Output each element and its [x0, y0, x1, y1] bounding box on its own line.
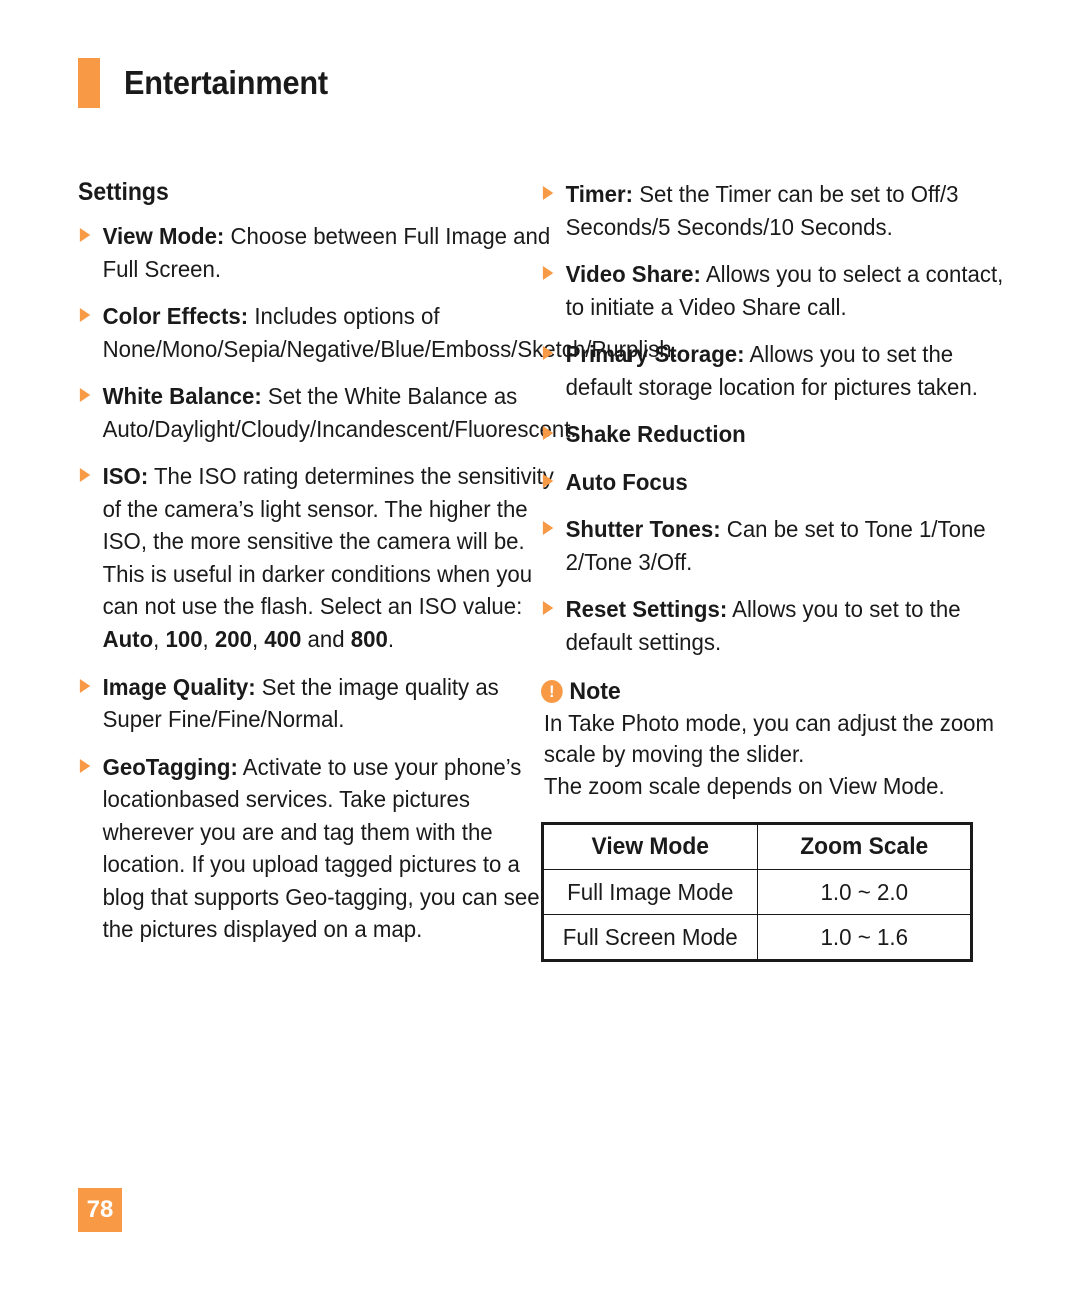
exclamation-circle-icon: !: [541, 680, 563, 704]
table-row: Full Screen Mode 1.0 ~ 1.6: [542, 914, 972, 962]
list-item: Timer: Set the Timer can be set to Off/3…: [541, 178, 1019, 243]
list-item-label: ISO:: [102, 463, 149, 490]
triangle-bullet-icon: [542, 266, 554, 281]
list-item-label: Reset Settings:: [565, 596, 728, 623]
iso-separator: ,: [202, 626, 215, 653]
page-title: Entertainment: [124, 64, 328, 101]
header-accent-bar: [78, 58, 100, 108]
iso-separator: ,: [153, 626, 166, 653]
list-item-label: Auto Focus: [565, 468, 688, 495]
list-item: Shutter Tones: Can be set to Tone 1/Tone…: [541, 513, 1019, 578]
list-item: White Balance: Set the White Balance as …: [78, 380, 577, 445]
table-cell: Full Screen Mode: [542, 914, 758, 962]
right-column: Timer: Set the Timer can be set to Off/3…: [541, 178, 1003, 963]
iso-value: 400: [264, 626, 302, 653]
note-body: In Take Photo mode, you can adjust the z…: [544, 708, 995, 803]
triangle-bullet-icon: [79, 758, 91, 773]
list-item-label: Video Share:: [565, 261, 701, 288]
note-header: ! Note: [541, 678, 995, 706]
list-item: ISO: The ISO rating determines the sensi…: [78, 460, 556, 655]
triangle-bullet-icon: [79, 308, 91, 323]
exclamation-glyph: !: [549, 681, 555, 701]
left-column: Settings View Mode: Choose between Full …: [78, 178, 678, 946]
list-item: Shake Reduction: [541, 418, 1019, 451]
iso-value: 200: [214, 626, 252, 653]
triangle-bullet-icon: [542, 473, 554, 488]
list-item-text: The ISO rating determines the sensitivit…: [102, 463, 554, 620]
list-item: Video Share: Allows you to select a cont…: [541, 258, 1019, 323]
list-item: Color Effects: Includes options of None/…: [78, 300, 678, 365]
section-heading-settings: Settings: [78, 178, 169, 206]
list-item-label: GeoTagging:: [102, 753, 238, 780]
list-item-label: Primary Storage:: [565, 341, 745, 368]
list-item-label: View Mode:: [102, 223, 225, 249]
table-cell: Full Image Mode: [542, 869, 758, 916]
table-header-cell: Zoom Scale: [756, 823, 972, 871]
iso-value: Auto: [102, 626, 154, 653]
list-item-label: Shutter Tones:: [565, 516, 721, 543]
list-item-label: Image Quality:: [102, 673, 256, 700]
triangle-bullet-icon: [542, 601, 554, 616]
list-item: GeoTagging: Activate to use your phone’s…: [78, 751, 556, 946]
list-item-text-end: .: [387, 626, 394, 653]
list-item: View Mode: Choose between Full Image and…: [78, 220, 556, 285]
table-row: Full Image Mode 1.0 ~ 2.0: [542, 869, 972, 916]
page-header: Entertainment: [78, 58, 343, 108]
note-callout: ! Note In Take Photo mode, you can adjus…: [541, 678, 995, 803]
list-item-label: Shake Reduction: [565, 421, 746, 448]
triangle-bullet-icon: [542, 426, 554, 441]
list-item: Auto Focus: [541, 466, 1019, 499]
triangle-bullet-icon: [79, 388, 91, 403]
note-line: In Take Photo mode, you can adjust the z…: [543, 709, 995, 768]
iso-separator: ,: [251, 626, 265, 653]
triangle-bullet-icon: [542, 186, 554, 200]
manual-page: Entertainment Settings View Mode: Choose…: [0, 0, 1080, 1295]
list-item-label: White Balance:: [102, 383, 262, 410]
table-cell: 1.0 ~ 2.0: [756, 869, 972, 916]
list-item-text: Activate to use your phone’s locationbas…: [102, 753, 540, 943]
table-header-row: View Mode Zoom Scale: [542, 823, 972, 871]
triangle-bullet-icon: [542, 346, 554, 361]
list-item-label: Color Effects:: [102, 303, 249, 330]
triangle-bullet-icon: [79, 228, 91, 242]
zoom-scale-table: View Mode Zoom Scale Full Image Mode 1.0…: [541, 822, 973, 963]
table-header-cell: View Mode: [542, 823, 758, 871]
triangle-bullet-icon: [79, 468, 91, 483]
note-title: Note: [569, 677, 621, 705]
list-item: Reset Settings: Allows you to set to the…: [541, 593, 1019, 658]
triangle-bullet-icon: [79, 678, 91, 693]
triangle-bullet-icon: [542, 521, 554, 536]
iso-value: 800: [350, 626, 388, 653]
list-item-label: Timer:: [565, 181, 634, 207]
iso-separator: and: [301, 626, 351, 653]
page-number-badge: 78: [78, 1188, 122, 1232]
iso-value: 100: [165, 626, 203, 653]
list-item: Image Quality: Set the image quality as …: [78, 671, 556, 736]
list-item: Primary Storage: Allows you to set the d…: [541, 338, 1019, 403]
table-cell: 1.0 ~ 1.6: [756, 914, 972, 962]
note-line: The zoom scale depends on View Mode.: [543, 772, 945, 799]
